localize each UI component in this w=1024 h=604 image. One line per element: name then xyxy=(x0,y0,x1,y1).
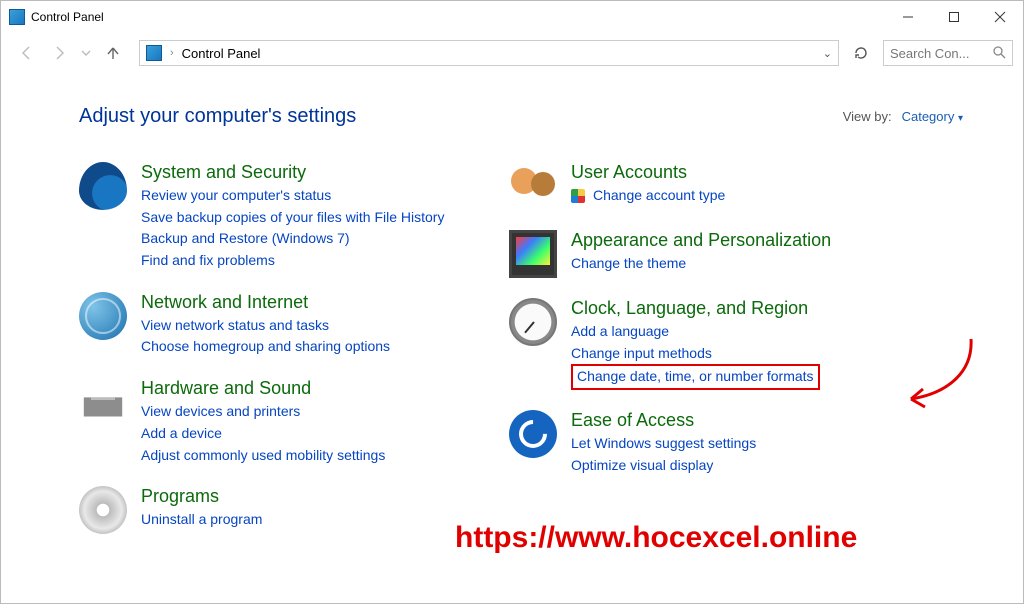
link-optimize-display[interactable]: Optimize visual display xyxy=(571,455,756,477)
search-icon xyxy=(992,45,1006,62)
chevron-down-icon: ▾ xyxy=(958,113,963,124)
category-title[interactable]: Hardware and Sound xyxy=(141,378,385,399)
chevron-down-icon[interactable]: ⌄ xyxy=(823,47,832,60)
content-area: Adjust your computer's settings View by:… xyxy=(1,73,1023,554)
chevron-right-icon: › xyxy=(170,47,174,59)
highlight-annotation: Change date, time, or number formats xyxy=(571,364,820,390)
link-homegroup[interactable]: Choose homegroup and sharing options xyxy=(141,336,390,358)
control-panel-icon xyxy=(9,9,25,25)
link-file-history[interactable]: Save backup copies of your files with Fi… xyxy=(141,207,444,229)
link-change-account-type[interactable]: Change account type xyxy=(571,185,725,207)
category-title[interactable]: System and Security xyxy=(141,162,444,183)
category-columns: System and Security Review your computer… xyxy=(79,162,963,554)
forward-button[interactable] xyxy=(47,41,71,65)
link-input-methods[interactable]: Change input methods xyxy=(571,343,820,365)
close-button[interactable] xyxy=(977,1,1023,33)
link-network-status[interactable]: View network status and tasks xyxy=(141,315,390,337)
up-button[interactable] xyxy=(101,41,125,65)
left-column: System and Security Review your computer… xyxy=(79,162,509,554)
minimize-button[interactable] xyxy=(885,1,931,33)
users-icon[interactable] xyxy=(509,162,557,210)
recent-button[interactable] xyxy=(79,41,93,65)
window-controls xyxy=(885,1,1023,33)
category-title[interactable]: Ease of Access xyxy=(571,410,756,431)
link-review-status[interactable]: Review your computer's status xyxy=(141,185,444,207)
address-bar[interactable]: › Control Panel ⌄ xyxy=(139,40,839,66)
category-system-security: System and Security Review your computer… xyxy=(79,162,509,272)
view-by: View by: Category ▾ xyxy=(843,109,963,124)
category-hardware: Hardware and Sound View devices and prin… xyxy=(79,378,509,466)
monitor-icon[interactable] xyxy=(509,230,557,278)
ease-of-access-icon[interactable] xyxy=(509,410,557,458)
link-uninstall[interactable]: Uninstall a program xyxy=(141,509,262,531)
category-title[interactable]: Programs xyxy=(141,486,262,507)
search-placeholder: Search Con... xyxy=(890,46,970,61)
nav-bar: › Control Panel ⌄ Search Con... xyxy=(1,33,1023,73)
printer-icon[interactable] xyxy=(79,378,127,426)
category-title[interactable]: Network and Internet xyxy=(141,292,390,313)
category-network: Network and Internet View network status… xyxy=(79,292,509,358)
link-mobility[interactable]: Adjust commonly used mobility settings xyxy=(141,445,385,467)
search-input[interactable]: Search Con... xyxy=(883,40,1013,66)
window-title: Control Panel xyxy=(31,10,104,24)
control-panel-icon xyxy=(146,45,162,61)
programs-icon[interactable] xyxy=(79,486,127,534)
clock-icon[interactable] xyxy=(509,298,557,346)
watermark-url: https://www.hocexcel.online xyxy=(455,521,857,555)
link-find-fix[interactable]: Find and fix problems xyxy=(141,250,444,272)
link-add-language[interactable]: Add a language xyxy=(571,321,820,343)
maximize-button[interactable] xyxy=(931,1,977,33)
uac-shield-icon xyxy=(571,189,585,203)
page-title: Adjust your computer's settings xyxy=(79,105,356,128)
category-programs: Programs Uninstall a program xyxy=(79,486,509,534)
title-bar: Control Panel xyxy=(1,1,1023,33)
arrow-annotation-icon xyxy=(893,335,983,425)
shield-icon[interactable] xyxy=(79,162,127,210)
category-appearance: Appearance and Personalization Change th… xyxy=(509,230,963,278)
link-devices-printers[interactable]: View devices and printers xyxy=(141,401,385,423)
link-add-device[interactable]: Add a device xyxy=(141,423,385,445)
view-by-dropdown[interactable]: Category ▾ xyxy=(902,109,963,124)
breadcrumb[interactable]: Control Panel xyxy=(182,46,261,61)
back-button[interactable] xyxy=(15,41,39,65)
link-backup-restore[interactable]: Backup and Restore (Windows 7) xyxy=(141,228,444,250)
view-by-label: View by: xyxy=(843,109,892,124)
category-user-accounts: User Accounts Change account type xyxy=(509,162,963,210)
category-title[interactable]: Clock, Language, and Region xyxy=(571,298,820,319)
category-title[interactable]: Appearance and Personalization xyxy=(571,230,831,251)
header-row: Adjust your computer's settings View by:… xyxy=(79,105,963,128)
link-suggest-settings[interactable]: Let Windows suggest settings xyxy=(571,433,756,455)
link-change-theme[interactable]: Change the theme xyxy=(571,253,831,275)
category-title[interactable]: User Accounts xyxy=(571,162,725,183)
link-date-time-formats[interactable]: Change date, time, or number formats xyxy=(577,368,814,384)
refresh-button[interactable] xyxy=(847,40,875,66)
globe-icon[interactable] xyxy=(79,292,127,340)
title-bar-left: Control Panel xyxy=(9,9,104,25)
